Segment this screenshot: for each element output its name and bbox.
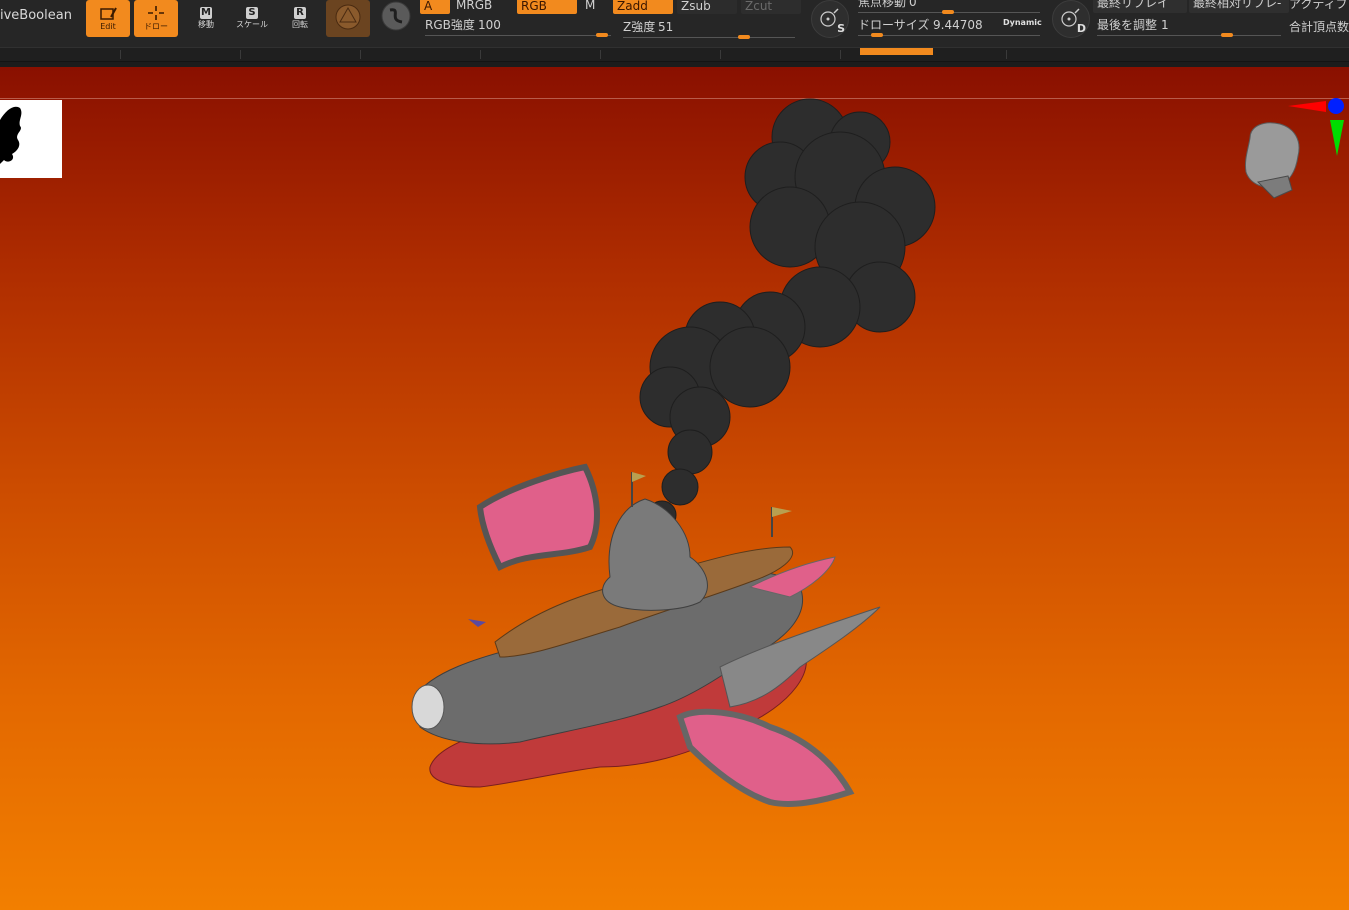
draw-size-value: 9.44708 (933, 18, 983, 32)
draw-size-label: ドローサイズ (858, 18, 930, 32)
total-points-label: 合計頂点数 (1289, 20, 1349, 34)
canvas-viewport[interactable] (0, 67, 1349, 910)
active-points-label: アクティブ (1289, 0, 1348, 11)
edit-button[interactable]: Edit (86, 0, 130, 37)
material-button[interactable] (326, 0, 370, 37)
adjust-last-track (1097, 35, 1281, 36)
plugin-label[interactable]: iveBoolean (0, 9, 72, 23)
d-brush-button[interactable]: D (1052, 0, 1090, 38)
z-intensity-slider[interactable]: Z強度 51 (618, 16, 798, 39)
top-toolbar: iveBoolean Edit ドロー M 移動 S スケール R 回転 A M… (0, 0, 1349, 62)
adjust-last-knob[interactable] (1221, 33, 1233, 37)
focal-shift-label: 焦点移動 (858, 0, 907, 9)
shelf-divider (1006, 50, 1007, 59)
rgb-intensity-track (425, 35, 611, 36)
mrgb-toggle[interactable]: MRGB (456, 0, 492, 12)
a-mode-toggle[interactable]: A (420, 0, 450, 14)
nose-cap (411, 684, 445, 730)
navigation-gizmo[interactable] (1240, 98, 1349, 213)
scale-label: スケール (236, 20, 268, 29)
navigation-gizmo-icon (1245, 98, 1344, 199)
scale-button[interactable]: S スケール (230, 0, 274, 37)
sculpt-model[interactable] (0, 67, 1349, 910)
adjust-last-value: 1 (1161, 18, 1169, 32)
wing-top-left (476, 463, 600, 572)
rgb-toggle[interactable]: RGB (517, 0, 577, 14)
z-intensity-knob[interactable] (738, 35, 750, 39)
m-toggle[interactable]: M (585, 0, 595, 12)
draw-size-knob[interactable] (871, 33, 883, 37)
s-brush-key: S (837, 22, 845, 35)
rgb-intensity-value: 100 (478, 18, 501, 32)
wing-bottom (676, 708, 855, 807)
rotate-label: 回転 (292, 20, 308, 29)
rotate-button[interactable]: R 回転 (278, 0, 322, 37)
last-replay-button[interactable]: 最終リプレイ (1093, 0, 1187, 13)
move-icon: M (200, 7, 212, 19)
superstructure (602, 498, 708, 611)
material-icon (335, 4, 361, 30)
rgb-intensity-label: RGB強度 (425, 18, 475, 32)
z-intensity-label: Z強度 (623, 20, 656, 34)
shelf-divider (360, 50, 361, 59)
shelf-divider (120, 50, 121, 59)
move-label: 移動 (198, 20, 214, 29)
dynamic-toggle[interactable]: Dynamic (1003, 16, 1042, 30)
small-drone (468, 619, 486, 627)
toolbar-shelf (0, 47, 1349, 61)
stroke-icon (381, 1, 411, 31)
stroke-button[interactable] (378, 0, 414, 36)
edit-icon (100, 7, 117, 20)
focal-shift-knob[interactable] (942, 10, 954, 14)
rotate-icon: R (294, 7, 306, 19)
zadd-toggle[interactable]: Zadd (613, 0, 673, 14)
draw-size-slider[interactable]: ドローサイズ 9.44708 Dynamic (853, 16, 1043, 38)
zsub-toggle[interactable]: Zsub (677, 0, 737, 14)
shelf-divider (240, 50, 241, 59)
scale-icon: S (246, 7, 258, 19)
draw-label: ドロー (144, 22, 168, 31)
s-brush-button[interactable]: S (811, 0, 849, 38)
adjust-last-label: 最後を調整 (1097, 18, 1158, 32)
rgb-intensity-knob[interactable] (596, 33, 608, 37)
focal-shift-slider[interactable]: 焦点移動 0 (853, 0, 1043, 16)
shelf-divider (480, 50, 481, 59)
shelf-progress-indicator (860, 48, 933, 55)
zcut-toggle[interactable]: Zcut (741, 0, 801, 14)
smoke-plume (637, 98, 936, 550)
rgb-intensity-slider[interactable]: RGB強度 100 (420, 16, 613, 38)
z-intensity-track (623, 37, 795, 38)
last-relative-replay-button[interactable]: 最終相対リプレ- (1189, 0, 1289, 13)
adjust-last-slider[interactable]: 最後を調整 1 (1093, 16, 1283, 38)
z-intensity-value: 51 (658, 20, 674, 34)
shelf-divider (720, 50, 721, 59)
draw-size-track (858, 35, 1040, 36)
edit-label: Edit (100, 22, 116, 31)
shelf-divider (600, 50, 601, 59)
focal-shift-value: 0 (909, 0, 917, 9)
shelf-divider (840, 50, 841, 59)
d-brush-key: D (1076, 22, 1086, 35)
move-button[interactable]: M 移動 (184, 0, 228, 37)
draw-button[interactable]: ドロー (134, 0, 178, 37)
draw-icon (148, 6, 164, 20)
